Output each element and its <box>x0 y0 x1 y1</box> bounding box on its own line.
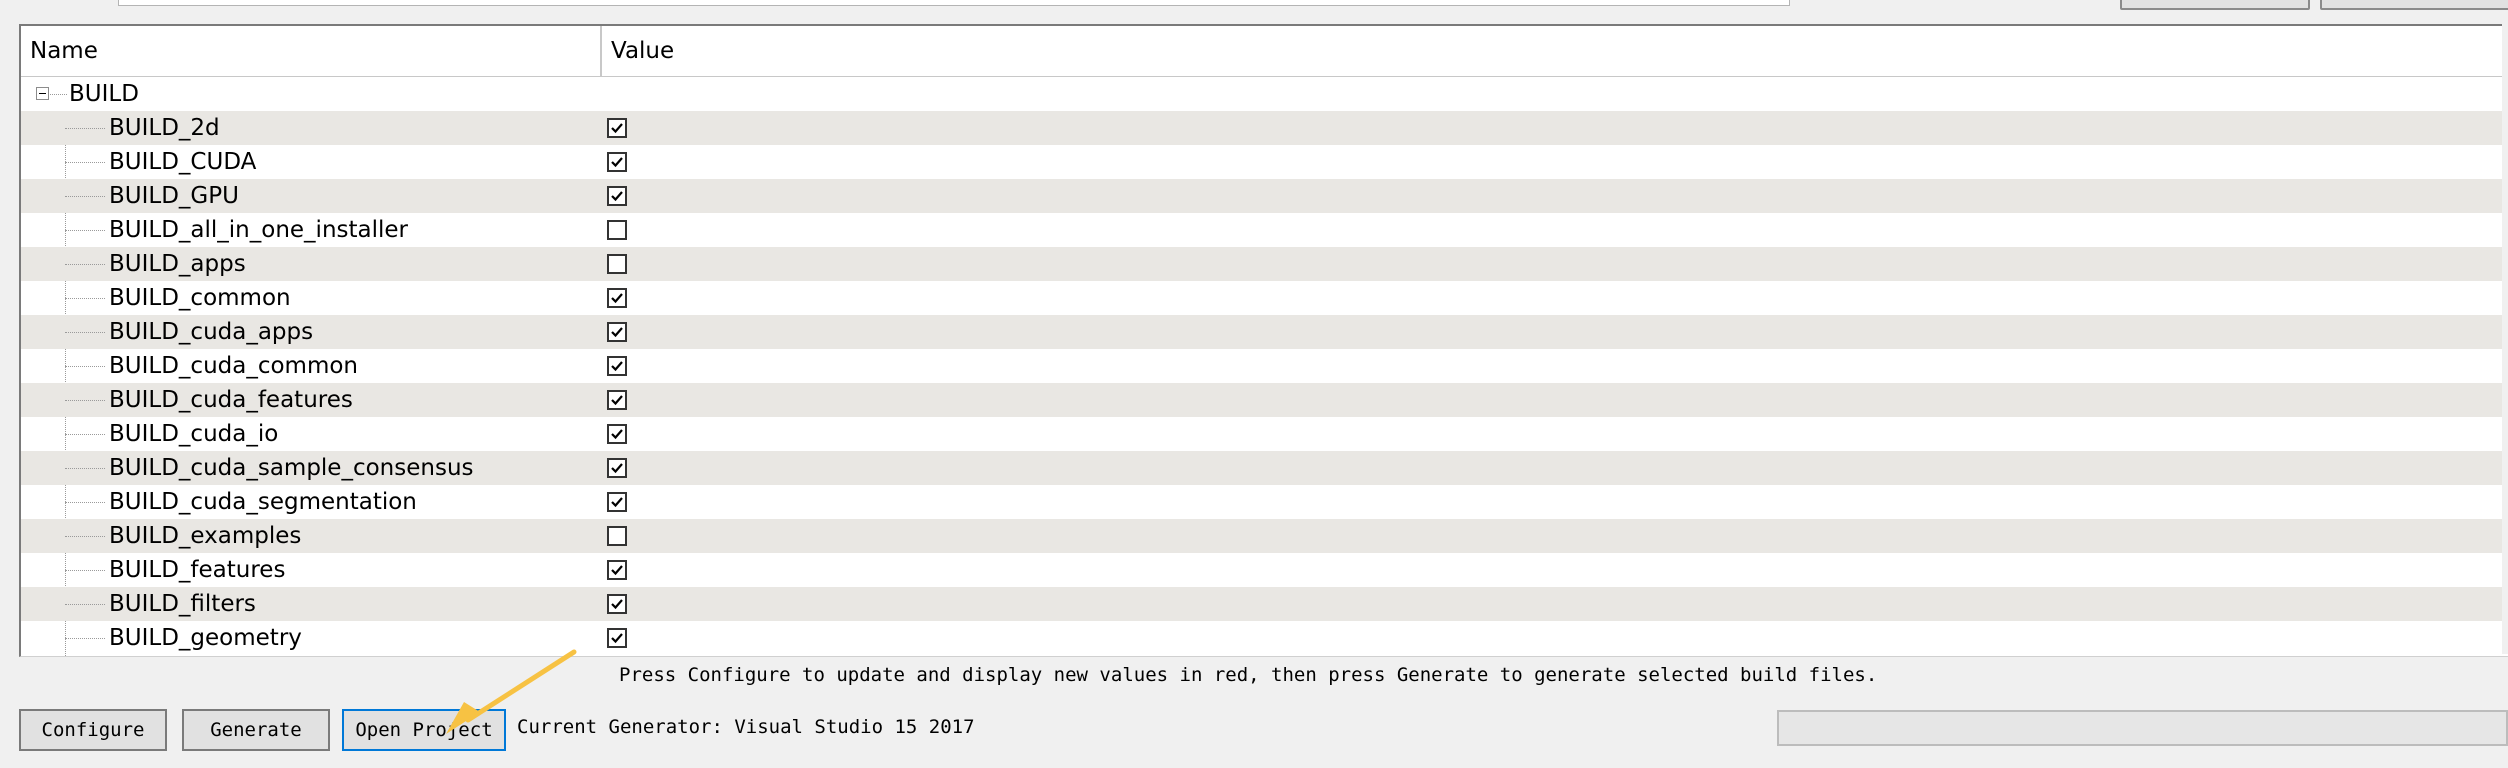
table-row[interactable]: BUILD_features <box>21 553 2508 587</box>
vertical-scrollbar[interactable] <box>2502 24 2508 654</box>
row-name: BUILD_filters <box>109 591 256 617</box>
row-name: BUILD_cuda_io <box>109 421 279 447</box>
cache-properties-grid: Name Value BUILD BUILD_2d BUILD_CUDA BUILD… <box>19 24 2508 657</box>
tree-connector <box>65 162 105 163</box>
row-name: BUILD_2d <box>109 115 220 141</box>
tree-connector <box>65 400 105 401</box>
row-name: BUILD_cuda_features <box>109 387 353 413</box>
row-name: BUILD_geometry <box>109 625 302 651</box>
collapse-minus-icon[interactable] <box>36 87 49 100</box>
checkmark-icon <box>611 293 623 304</box>
value-checkbox[interactable] <box>607 186 627 206</box>
table-row[interactable]: BUILD_GPU <box>21 179 2508 213</box>
column-header-value[interactable]: Value <box>602 26 2502 76</box>
value-checkbox[interactable] <box>607 628 627 648</box>
checkmark-icon <box>611 633 623 644</box>
row-name: BUILD_GPU <box>109 183 239 209</box>
checkmark-icon <box>611 157 623 168</box>
value-checkbox[interactable] <box>607 288 627 308</box>
row-name: BUILD_apps <box>109 251 246 277</box>
table-row[interactable]: BUILD_cuda_common <box>21 349 2508 383</box>
tree-connector <box>65 434 105 435</box>
top-toolbar-strip <box>0 0 2508 22</box>
value-checkbox[interactable] <box>607 458 627 478</box>
row-name: BUILD_examples <box>109 523 302 549</box>
grid-rows: BUILD BUILD_2d BUILD_CUDA BUILD_GPU BUILD_a… <box>21 77 2508 655</box>
table-row[interactable]: BUILD_cuda_sample_consensus <box>21 451 2508 485</box>
tree-connector <box>65 536 105 537</box>
value-checkbox[interactable] <box>607 594 627 614</box>
tree-connector <box>65 468 105 469</box>
tree-connector <box>65 570 105 571</box>
checkmark-icon <box>611 191 623 202</box>
value-checkbox[interactable] <box>607 560 627 580</box>
value-checkbox[interactable] <box>607 526 627 546</box>
tree-group-build[interactable]: BUILD <box>21 77 2508 111</box>
table-row[interactable]: BUILD_common <box>21 281 2508 315</box>
row-name: BUILD_all_in_one_installer <box>109 217 409 243</box>
checkmark-icon <box>611 327 623 338</box>
row-name: BUILD_CUDA <box>109 149 257 175</box>
row-name: BUILD_cuda_sample_consensus <box>109 455 474 481</box>
value-checkbox[interactable] <box>607 118 627 138</box>
tree-connector <box>65 604 105 605</box>
progress-bar <box>1777 710 2508 746</box>
table-row[interactable]: BUILD_apps <box>21 247 2508 281</box>
row-name: BUILD_cuda_segmentation <box>109 489 417 515</box>
row-name: BUILD_features <box>109 557 286 583</box>
table-row[interactable]: BUILD_all_in_one_installer <box>21 213 2508 247</box>
row-name: BUILD_cuda_common <box>109 353 359 379</box>
configure-button[interactable]: Configure <box>19 709 167 751</box>
checkmark-icon <box>611 463 623 474</box>
table-row[interactable]: BUILD_cuda_segmentation <box>21 485 2508 519</box>
table-row[interactable]: BUILD_cuda_apps <box>21 315 2508 349</box>
value-checkbox[interactable] <box>607 492 627 512</box>
group-label: BUILD <box>69 81 139 107</box>
value-checkbox[interactable] <box>607 152 627 172</box>
value-checkbox[interactable] <box>607 220 627 240</box>
arrow-annotation-icon <box>446 649 577 734</box>
table-row[interactable]: BUILD_geometry <box>21 621 2508 655</box>
value-checkbox[interactable] <box>607 322 627 342</box>
checkmark-icon <box>611 123 623 134</box>
row-name: BUILD_common <box>109 285 291 311</box>
table-row[interactable]: BUILD_cuda_features <box>21 383 2508 417</box>
tree-connector <box>65 332 105 333</box>
checkmark-icon <box>611 497 623 508</box>
grid-header: Name Value <box>21 26 2508 77</box>
checkmark-icon <box>611 565 623 576</box>
checkmark-icon <box>611 599 623 610</box>
checkmark-icon <box>611 429 623 440</box>
tree-connector <box>50 94 67 95</box>
table-row[interactable]: BUILD_cuda_io <box>21 417 2508 451</box>
top-button-partial-1[interactable] <box>2120 0 2310 10</box>
row-name: BUILD_cuda_apps <box>109 319 314 345</box>
checkmark-icon <box>611 361 623 372</box>
value-checkbox[interactable] <box>607 390 627 410</box>
tree-connector <box>65 230 105 231</box>
table-row[interactable]: BUILD_2d <box>21 111 2508 145</box>
table-row[interactable]: BUILD_examples <box>21 519 2508 553</box>
tree-connector <box>65 196 105 197</box>
column-header-name[interactable]: Name <box>21 26 601 76</box>
table-row[interactable]: BUILD_CUDA <box>21 145 2508 179</box>
tree-connector <box>65 366 105 367</box>
tree-connector <box>65 638 105 639</box>
generate-button[interactable]: Generate <box>182 709 330 751</box>
value-checkbox[interactable] <box>607 424 627 444</box>
tree-connector <box>65 502 105 503</box>
table-row[interactable]: BUILD_filters <box>21 587 2508 621</box>
status-hint: Press Configure to update and display ne… <box>619 664 1878 686</box>
top-button-partial-2[interactable] <box>2320 0 2508 10</box>
checkmark-icon <box>611 395 623 406</box>
tree-connector <box>65 264 105 265</box>
tree-connector <box>65 298 105 299</box>
tree-connector <box>65 128 105 129</box>
value-checkbox[interactable] <box>607 254 627 274</box>
top-path-field[interactable] <box>118 0 1790 6</box>
value-checkbox[interactable] <box>607 356 627 376</box>
